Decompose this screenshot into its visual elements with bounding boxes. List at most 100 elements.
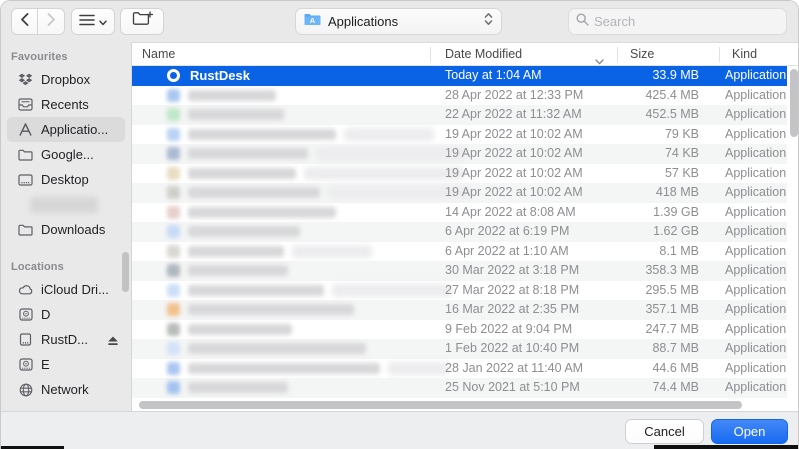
desktop-icon bbox=[16, 174, 35, 186]
vertical-scrollbar-thumb[interactable] bbox=[790, 69, 798, 137]
internal-disk-icon bbox=[16, 358, 35, 371]
nav-buttons bbox=[11, 8, 65, 35]
search-field bbox=[568, 8, 787, 35]
sidebar-item-dropbox[interactable]: Dropbox bbox=[7, 67, 125, 92]
table-row[interactable]: 25 Nov 2021 at 5:10 PM 74.4 MB Applicati… bbox=[132, 378, 799, 398]
sidebar-item-icloud[interactable]: iCloud Dri... bbox=[7, 277, 125, 302]
search-input[interactable] bbox=[594, 14, 779, 29]
sidebar-item-disk-e[interactable]: E bbox=[7, 352, 125, 377]
name-blur bbox=[188, 187, 320, 198]
applications-icon bbox=[16, 123, 35, 136]
sidebar-item-downloads[interactable]: Downloads bbox=[7, 217, 125, 242]
table-row[interactable]: 6 Apr 2022 at 6:19 PM 1.62 GB Applicatio… bbox=[132, 222, 799, 242]
sidebar-scrollbar[interactable] bbox=[122, 252, 129, 292]
app-icon-redacted bbox=[167, 206, 180, 219]
finder-open-dialog: A Applications Favourites Dropbox bbox=[0, 0, 799, 449]
table-row[interactable]: 30 Mar 2022 at 3:18 PM 358.3 MB Applicat… bbox=[132, 261, 799, 281]
external-disk-icon bbox=[16, 333, 35, 346]
recents-icon bbox=[16, 98, 35, 111]
applications-folder-icon: A bbox=[304, 13, 321, 31]
app-icon-redacted bbox=[167, 323, 180, 336]
name-blur bbox=[188, 304, 354, 315]
view-options-button[interactable] bbox=[71, 8, 115, 35]
sidebar-item-google[interactable]: Google... bbox=[7, 142, 125, 167]
sidebar: Favourites Dropbox Recents Applicatio...… bbox=[1, 42, 131, 411]
table-row[interactable]: 19 Apr 2022 at 10:02 AM 418 MB Applicati… bbox=[132, 183, 799, 203]
chevron-left-icon bbox=[20, 13, 29, 31]
sidebar-item-desktop[interactable]: Desktop bbox=[7, 167, 125, 192]
internal-disk-icon bbox=[16, 308, 35, 321]
app-icon-redacted bbox=[167, 89, 180, 102]
cancel-button[interactable]: Cancel bbox=[625, 419, 704, 444]
name-blur bbox=[188, 90, 276, 101]
name-blur bbox=[188, 129, 336, 140]
name-blur bbox=[188, 207, 336, 218]
table-row[interactable]: 16 Mar 2022 at 2:35 PM 357.1 MB Applicat… bbox=[132, 300, 799, 320]
sidebar-item-rustdesk-volume[interactable]: RustD... bbox=[7, 327, 125, 352]
sidebar-item-disk-d[interactable]: D bbox=[7, 302, 125, 327]
open-button[interactable]: Open bbox=[711, 419, 788, 444]
search-icon bbox=[576, 13, 589, 31]
table-row[interactable]: 9 Feb 2022 at 9:04 PM 247.7 MB Applicati… bbox=[132, 320, 799, 340]
table-row[interactable]: 27 Mar 2022 at 8:18 PM 295.5 MB Applicat… bbox=[132, 281, 799, 301]
name-blur bbox=[188, 226, 300, 237]
sidebar-item-recents[interactable]: Recents bbox=[7, 92, 125, 117]
app-icon-redacted bbox=[167, 381, 180, 394]
screen-edge-artifact bbox=[654, 445, 799, 449]
folder-icon bbox=[16, 224, 35, 236]
dialog-footer: Cancel Open bbox=[1, 411, 799, 449]
name-blur bbox=[188, 246, 284, 257]
table-row[interactable]: 19 Apr 2022 at 10:02 AM 57 KB Applicatio… bbox=[132, 164, 799, 184]
app-icon-redacted bbox=[167, 167, 180, 180]
app-icon-redacted bbox=[167, 108, 180, 121]
table-row[interactable]: 1 Feb 2022 at 10:40 PM 88.7 MB Applicati… bbox=[132, 339, 799, 359]
column-header-kind[interactable]: Kind bbox=[732, 43, 757, 66]
column-divider[interactable] bbox=[719, 47, 720, 62]
column-divider[interactable] bbox=[430, 47, 431, 62]
column-divider[interactable] bbox=[617, 47, 618, 62]
table-row[interactable]: 19 Apr 2022 at 10:02 AM 79 KB Applicatio… bbox=[132, 125, 799, 145]
column-header-date-modified[interactable]: Date Modified bbox=[445, 43, 522, 66]
vertical-scrollbar-track[interactable] bbox=[787, 66, 799, 399]
table-rows: RustDesk Today at 1:04 AM 33.9 MB Applic… bbox=[132, 66, 799, 398]
table-row[interactable]: 28 Jan 2022 at 11:40 AM 44.6 MB Applicat… bbox=[132, 359, 799, 379]
app-icon-redacted bbox=[167, 264, 180, 277]
horizontal-scrollbar-track[interactable] bbox=[132, 399, 799, 411]
folder-icon bbox=[16, 149, 35, 161]
app-icon-redacted bbox=[167, 362, 180, 375]
new-folder-button[interactable] bbox=[120, 8, 164, 35]
table-row[interactable]: 6 Apr 2022 at 1:10 AM 8.1 MB Application bbox=[132, 242, 799, 262]
table-row[interactable]: 14 Apr 2022 at 8:08 AM 1.39 GB Applicati… bbox=[132, 203, 799, 223]
name-blur bbox=[188, 148, 308, 159]
column-header-size[interactable]: Size bbox=[630, 43, 654, 66]
sidebar-item-redacted[interactable] bbox=[7, 192, 125, 217]
horizontal-scrollbar-thumb[interactable] bbox=[139, 401, 742, 409]
list-view-icon bbox=[79, 13, 95, 31]
app-icon-redacted bbox=[167, 284, 180, 297]
table-row[interactable]: 28 Apr 2022 at 12:33 PM 425.4 MB Applica… bbox=[132, 86, 799, 106]
name-blur bbox=[188, 168, 296, 179]
globe-icon bbox=[16, 383, 35, 397]
redacted-label-blur bbox=[30, 197, 98, 213]
forward-button[interactable] bbox=[38, 8, 65, 35]
chevron-up-down-icon bbox=[484, 12, 493, 31]
column-header-name[interactable]: Name bbox=[142, 43, 175, 66]
app-icon-redacted bbox=[167, 303, 180, 316]
table-row[interactable]: 22 Apr 2022 at 11:32 AM 452.5 MB Applica… bbox=[132, 105, 799, 125]
back-button[interactable] bbox=[11, 8, 38, 35]
app-icon-redacted bbox=[167, 245, 180, 258]
table-row[interactable]: 19 Apr 2022 at 10:02 AM 74 KB Applicatio… bbox=[132, 144, 799, 164]
app-icon-redacted bbox=[167, 147, 180, 160]
table-header: Name Date Modified Size Kind bbox=[132, 43, 799, 66]
sidebar-item-applications[interactable]: Applicatio... bbox=[7, 117, 125, 142]
file-list: Name Date Modified Size Kind RustDesk To… bbox=[131, 42, 799, 411]
sidebar-item-network[interactable]: Network bbox=[7, 377, 125, 402]
rustdesk-app-icon bbox=[167, 69, 180, 82]
eject-icon[interactable] bbox=[107, 334, 119, 352]
toolbar: A Applications bbox=[1, 1, 799, 42]
name-blur bbox=[188, 285, 324, 296]
app-icon-redacted bbox=[167, 342, 180, 355]
table-row-rustdesk[interactable]: RustDesk Today at 1:04 AM 33.9 MB Applic… bbox=[132, 66, 799, 86]
dropbox-icon bbox=[16, 73, 35, 86]
location-dropdown[interactable]: A Applications bbox=[295, 8, 502, 35]
